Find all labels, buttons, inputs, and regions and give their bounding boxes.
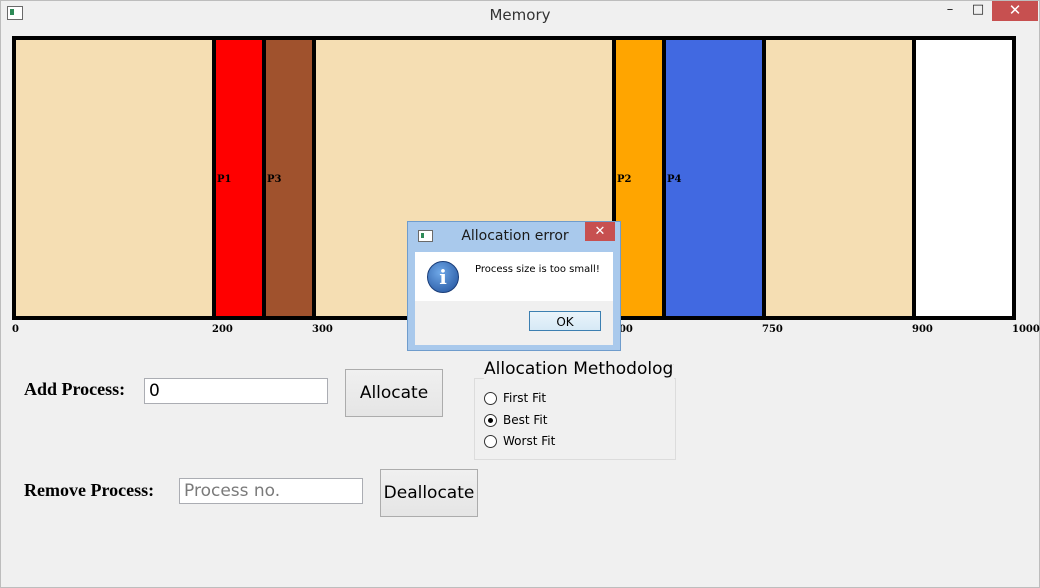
remove-process-label: Remove Process: <box>24 480 155 500</box>
dialog-body: i Process size is too small! <box>415 252 613 301</box>
memory-block <box>912 36 1016 320</box>
radio-button[interactable] <box>484 392 497 405</box>
address-tick: 900 <box>912 324 933 335</box>
address-tick: 300 <box>312 324 333 335</box>
radio-label: First Fit <box>503 391 547 405</box>
process-label: P4 <box>667 174 682 185</box>
radio-button[interactable] <box>484 413 497 427</box>
ok-button[interactable]: OK <box>529 311 601 331</box>
memory-block <box>12 36 216 320</box>
process-label: P1 <box>217 174 231 185</box>
dialog-message: Process size is too small! <box>475 264 600 275</box>
methodology-title: Allocation Methodology <box>484 359 674 379</box>
allocate-button[interactable]: Allocate <box>345 369 443 417</box>
dialog-app-icon <box>418 230 433 242</box>
address-tick: 0 <box>12 324 19 335</box>
process-label: P3 <box>267 174 282 185</box>
dialog-close-button[interactable]: ✕ <box>585 222 615 241</box>
address-tick: 1000 <box>1012 324 1040 335</box>
address-tick: 200 <box>212 324 233 335</box>
add-process-label: Add Process: <box>24 379 126 399</box>
remove-process-input[interactable]: Process no. <box>179 478 363 504</box>
address-tick: 750 <box>762 324 783 335</box>
radio-button[interactable] <box>484 435 497 448</box>
process-label: P2 <box>617 174 632 185</box>
add-process-input[interactable]: 0 <box>144 378 328 404</box>
dialog-footer: OK <box>415 301 613 345</box>
info-icon: i <box>427 261 459 293</box>
dialog-title: Allocation error <box>461 228 569 244</box>
deallocate-button[interactable]: Deallocate <box>380 469 478 517</box>
radio-label: Best Fit <box>503 412 548 427</box>
radio-label: Worst Fit <box>503 434 556 448</box>
memory-block <box>762 36 916 320</box>
allocation-error-dialog: Allocation error ✕ i Process size is too… <box>407 221 621 351</box>
